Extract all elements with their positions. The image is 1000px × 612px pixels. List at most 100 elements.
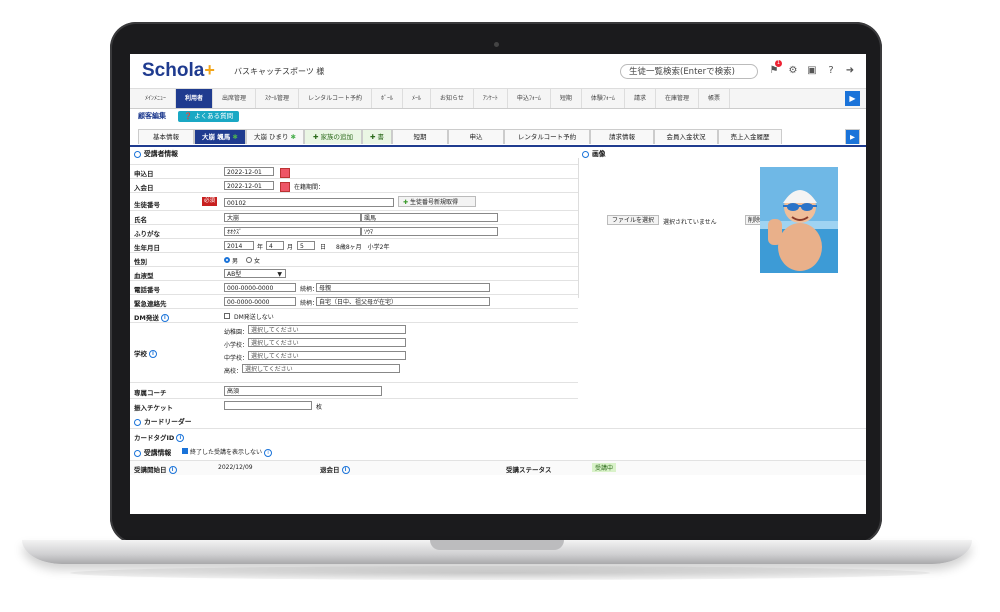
dm-label: DM発送 xyxy=(134,314,159,322)
elem-select[interactable]: 選択してください xyxy=(248,338,406,347)
birth-year-input[interactable]: 2014 xyxy=(224,241,254,250)
coach-input[interactable]: 高須 xyxy=(224,386,382,396)
section-title: 画像 xyxy=(592,150,606,158)
student-no-input[interactable]: 00102 xyxy=(224,198,394,207)
female-label: 女 xyxy=(254,258,261,265)
nav-item[interactable]: 請求 xyxy=(625,89,656,108)
row-emergency: 緊急連絡先 00-0000-0000 続柄： 自宅（日中、祖父母が在宅） xyxy=(130,294,578,309)
info-icon[interactable]: i xyxy=(264,448,273,457)
middle-label: 中学校： xyxy=(224,355,249,362)
nav-item[interactable]: 出席管理 xyxy=(213,89,257,108)
nav-item[interactable]: お知らせ xyxy=(431,89,474,108)
emergency-relation-input[interactable]: 自宅（日中、祖父母が在宅） xyxy=(316,297,490,306)
dm-checkbox[interactable] xyxy=(224,313,230,319)
logo-plus-icon: + xyxy=(204,60,215,80)
row-birth: 生年月日 2014 年 4 月 5 日 8歳8ヶ月 小学2年 xyxy=(130,238,578,253)
tab-label: 大崩 颯馬 xyxy=(202,133,231,141)
info-icon[interactable]: i xyxy=(176,434,185,442)
last-name-input[interactable]: 大崩 xyxy=(224,213,361,222)
tab-apply[interactable]: 申込 xyxy=(448,129,504,144)
logo[interactable]: Schola+ xyxy=(142,60,215,82)
document-icon[interactable]: ▣ xyxy=(806,64,818,76)
tab-label: 大崩 ひまり xyxy=(253,133,289,141)
sub-header: 顧客編集 ❓ よくある質問 xyxy=(130,108,866,125)
chevron-down-icon: ▼ xyxy=(277,271,282,278)
first-kana-input[interactable]: ｿｳﾏ xyxy=(361,227,498,236)
tab-member-1[interactable]: 大崩 颯馬 ✱ xyxy=(194,129,246,144)
tab-rental-court[interactable]: レンタルコート予約 xyxy=(504,129,590,144)
tab-member-2[interactable]: 大崩 ひまり ✱ xyxy=(246,129,304,144)
laptop-notch xyxy=(430,540,564,550)
emergency-input[interactable]: 00-0000-0000 xyxy=(224,297,296,306)
section-title: 受講者情報 xyxy=(144,150,178,158)
phone-relation-input[interactable]: 母親 xyxy=(316,283,490,292)
birth-month-input[interactable]: 4 xyxy=(266,241,284,250)
tab-next-button[interactable]: ▶ xyxy=(845,129,860,144)
calendar-icon[interactable] xyxy=(280,182,290,192)
new-student-no-button[interactable]: ✚ 生徒番号新規取得 xyxy=(398,196,476,207)
calendar-icon[interactable] xyxy=(280,168,290,178)
nav-item[interactable]: ﾒｲﾝﾒﾆｭｰ xyxy=(136,89,177,108)
nav-item[interactable]: 短期 xyxy=(551,89,582,108)
ticket-input[interactable] xyxy=(224,401,312,410)
search-input[interactable]: 生徒一覧検索(Enterで検索) xyxy=(620,64,758,79)
tab-short-term[interactable]: 短期 xyxy=(392,129,448,144)
school-label: 学校 xyxy=(134,350,147,358)
row-coach: 専属コーチ 高須 xyxy=(130,382,578,399)
notify-badge: 1 xyxy=(775,60,782,67)
birth-day-input[interactable]: 5 xyxy=(297,241,315,250)
gender-male-radio[interactable] xyxy=(224,257,230,263)
gear-icon[interactable]: ⚙ xyxy=(787,64,799,76)
nav-item[interactable]: ｽｸｰﾙ管理 xyxy=(256,89,300,108)
hide-finished-checkbox[interactable] xyxy=(182,448,188,454)
tab-add-doc[interactable]: ✚ 書 xyxy=(362,129,392,144)
logout-icon[interactable]: ➜ xyxy=(844,64,856,76)
help-icon[interactable]: ? xyxy=(825,64,837,76)
birth-label: 生年月日 xyxy=(134,244,160,252)
nav-item[interactable]: ｱﾝｹｰﾄ xyxy=(474,89,508,108)
nav-item[interactable]: 利用者 xyxy=(176,89,214,108)
faq-button[interactable]: ❓ よくある質問 xyxy=(178,111,240,122)
nav-item[interactable]: 帳票 xyxy=(699,89,730,108)
blood-select[interactable]: AB型 ▼ xyxy=(224,269,286,278)
leave-label-wrap: 退会日 i xyxy=(320,464,350,474)
first-name-input[interactable]: 颯馬 xyxy=(361,213,498,222)
bell-icon[interactable]: ⚑ 1 xyxy=(768,60,782,76)
tab-add-family[interactable]: ✚ 家族の追加 xyxy=(304,129,362,144)
high-select[interactable]: 選択してください xyxy=(242,364,400,373)
info-icon[interactable]: i xyxy=(149,350,157,358)
row-kana: ふりがな ｵｵｸｽﾞ ｿｳﾏ xyxy=(130,224,578,239)
info-icon[interactable]: i xyxy=(168,466,177,474)
nav-item[interactable]: レンタルコート予約 xyxy=(299,89,372,108)
nav-next-button[interactable]: ▶ xyxy=(845,91,860,106)
join-date-input[interactable]: 2022-12-01 xyxy=(224,181,274,190)
file-select-button[interactable]: ファイルを選択 xyxy=(607,215,660,225)
phone-input[interactable]: 000-0000-0000 xyxy=(224,283,296,292)
nav-item[interactable]: 体験ﾌｫｰﾑ xyxy=(582,89,625,108)
kana-label: ふりがな xyxy=(134,230,160,238)
tab-basic-info[interactable]: 基本情報 xyxy=(138,129,194,144)
high-label: 高校： xyxy=(224,368,243,375)
info-icon[interactable]: i xyxy=(341,466,350,474)
tab-billing-info[interactable]: 請求情報 xyxy=(590,129,654,144)
nav-item[interactable]: 在庫管理 xyxy=(656,89,699,108)
gender-female-radio[interactable] xyxy=(246,257,252,263)
tab-sales-history[interactable]: 売上入金履歴 xyxy=(718,129,782,144)
row-dm: DM発送 i DM発送しない xyxy=(130,308,578,323)
emergency-label: 緊急連絡先 xyxy=(134,300,167,308)
tab-payment-status[interactable]: 会員入金状況 xyxy=(654,129,718,144)
required-badge: 必須 xyxy=(202,197,217,206)
section-card-reader: カードリーダー xyxy=(134,416,192,426)
last-kana-input[interactable]: ｵｵｸｽﾞ xyxy=(224,227,361,236)
month-unit: 月 xyxy=(287,244,294,251)
coach-label: 専属コーチ xyxy=(134,389,167,397)
male-label: 男 xyxy=(232,258,239,265)
day-unit: 日 xyxy=(320,244,327,251)
info-icon[interactable]: i xyxy=(160,314,169,322)
kinder-select[interactable]: 選択してください xyxy=(248,325,406,334)
nav-item[interactable]: ﾎﾞｰﾙ xyxy=(372,89,403,108)
nav-item[interactable]: ﾒｰﾙ xyxy=(403,89,431,108)
apply-date-input[interactable]: 2022-12-01 xyxy=(224,167,274,176)
nav-item[interactable]: 申込ﾌｫｰﾑ xyxy=(508,89,551,108)
middle-select[interactable]: 選択してください xyxy=(248,351,406,360)
